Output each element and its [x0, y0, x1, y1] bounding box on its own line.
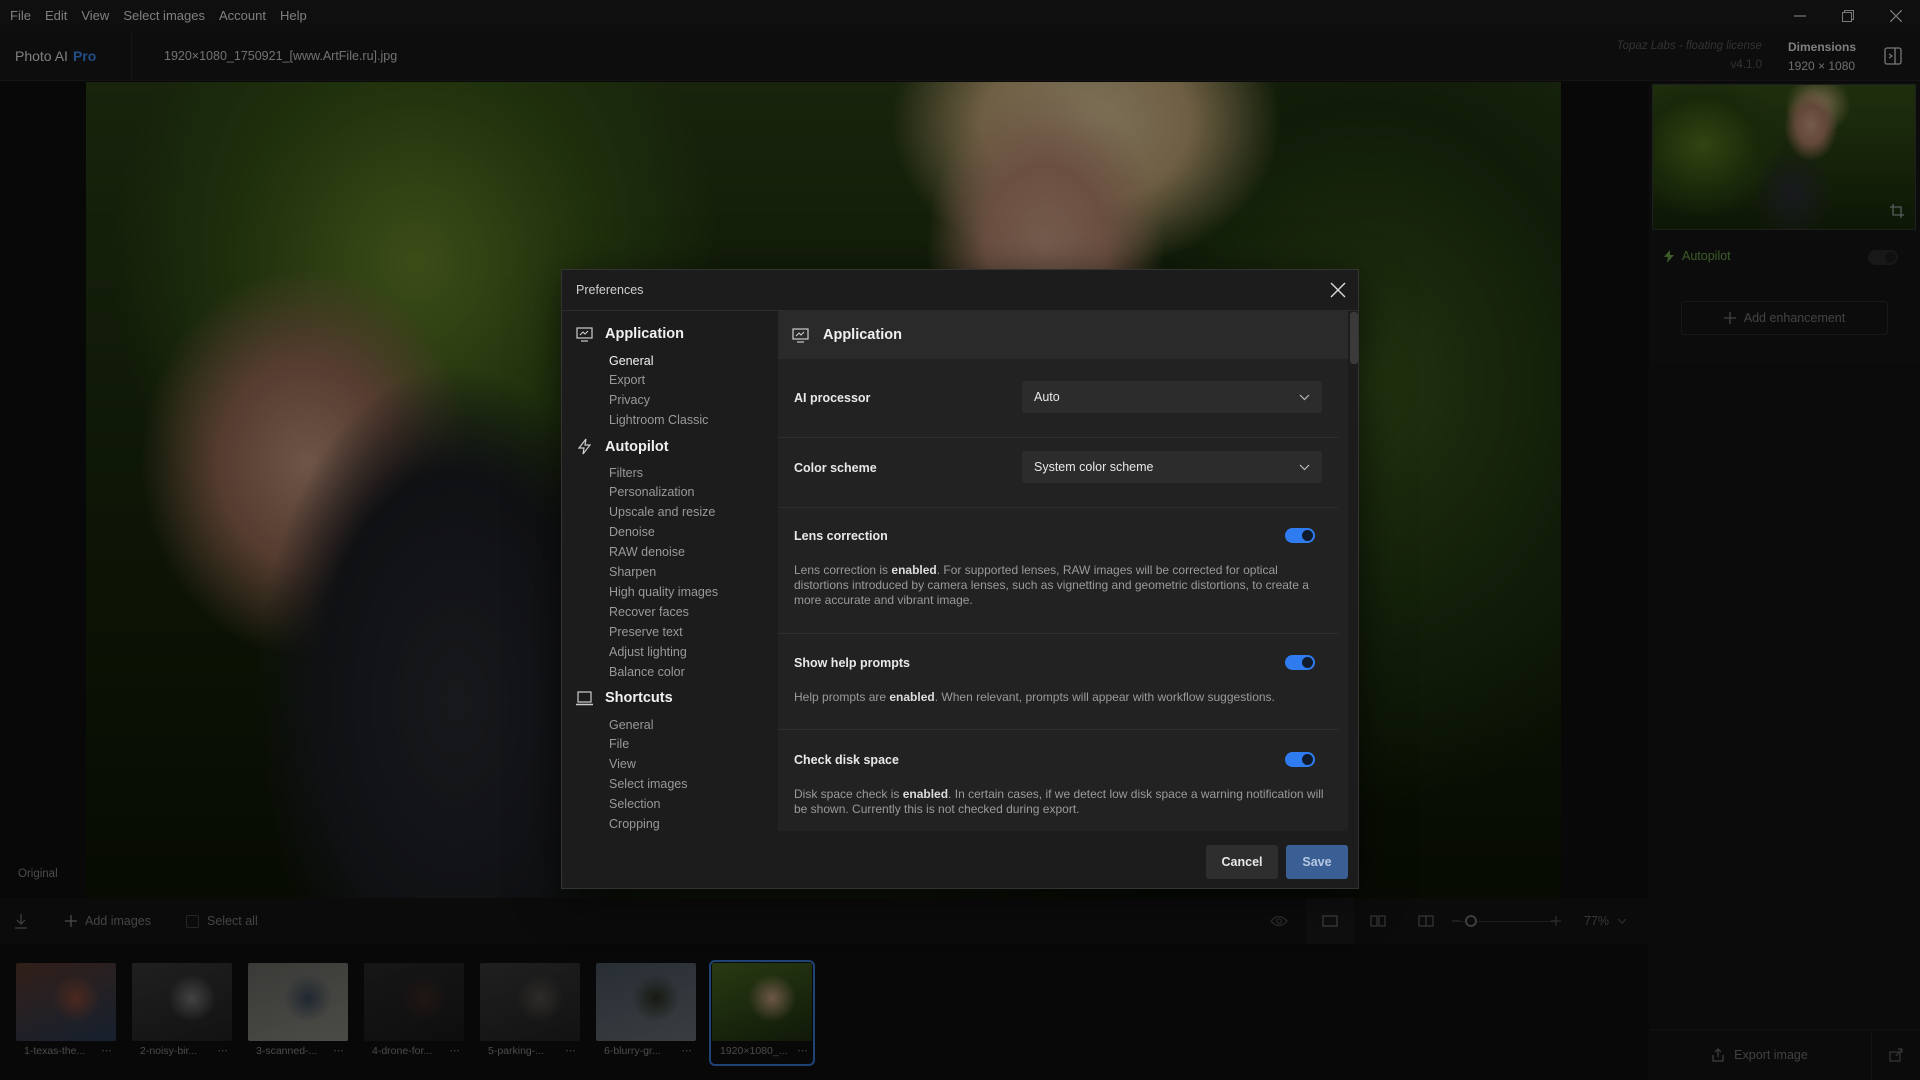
nav-item-upscale[interactable]: Upscale and resize — [609, 505, 715, 519]
nav-item-sc-selection[interactable]: Selection — [609, 797, 660, 811]
disk-space-desc: Disk space check is enabled. In certain … — [794, 787, 1324, 816]
nav-item-personalization[interactable]: Personalization — [609, 485, 694, 499]
nav-item-sharpen[interactable]: Sharpen — [609, 565, 656, 579]
ai-processor-label: AI processor — [794, 391, 871, 405]
nav-group-autopilot[interactable]: Autopilot — [576, 438, 669, 455]
color-scheme-select[interactable]: System color scheme — [1022, 451, 1322, 483]
nav-item-high-quality[interactable]: High quality images — [609, 585, 718, 599]
nav-item-lightroom-classic[interactable]: Lightroom Classic — [609, 413, 708, 427]
help-prompts-toggle[interactable] — [1285, 655, 1315, 670]
nav-group-label: Shortcuts — [605, 690, 673, 706]
nav-item-adjust-lighting[interactable]: Adjust lighting — [609, 645, 687, 659]
dialog-close-button[interactable] — [1328, 280, 1348, 300]
lens-correction-label: Lens correction — [794, 529, 888, 543]
dialog-title: Preferences — [576, 283, 644, 297]
row-separator — [778, 729, 1338, 730]
save-button[interactable]: Save — [1286, 845, 1348, 879]
chevron-down-icon — [1299, 464, 1310, 470]
nav-item-recover-faces[interactable]: Recover faces — [609, 605, 689, 619]
disk-space-label: Check disk space — [794, 753, 899, 767]
help-prompts-desc: Help prompts are enabled. When relevant,… — [794, 690, 1275, 704]
preferences-nav: Application General Export Privacy Light… — [562, 311, 778, 889]
lens-correction-toggle[interactable] — [1285, 528, 1315, 543]
nav-group-label: Autopilot — [605, 438, 669, 455]
nav-item-balance-color[interactable]: Balance color — [609, 665, 685, 679]
app-window: File Edit View Select images Account Hel… — [0, 0, 1920, 1080]
application-icon — [792, 327, 809, 343]
help-prompts-label: Show help prompts — [794, 656, 910, 670]
color-scheme-value: System color scheme — [1034, 460, 1154, 474]
autopilot-icon — [577, 438, 592, 455]
nav-item-raw-denoise[interactable]: RAW denoise — [609, 545, 685, 559]
chevron-down-icon — [1299, 394, 1310, 400]
cancel-button[interactable]: Cancel — [1206, 845, 1278, 879]
nav-item-preserve-text[interactable]: Preserve text — [609, 625, 683, 639]
color-scheme-label: Color scheme — [794, 461, 877, 475]
nav-item-filters[interactable]: Filters — [609, 466, 643, 480]
section-title: Application — [823, 327, 902, 343]
application-icon — [576, 326, 593, 342]
nav-item-denoise[interactable]: Denoise — [609, 525, 655, 539]
disk-space-toggle[interactable] — [1285, 752, 1315, 767]
nav-group-shortcuts[interactable]: Shortcuts — [576, 690, 673, 706]
nav-item-export[interactable]: Export — [609, 373, 645, 387]
shortcuts-icon — [576, 690, 593, 705]
nav-group-application[interactable]: Application — [576, 326, 684, 342]
close-icon — [1330, 282, 1346, 298]
nav-item-general[interactable]: General — [609, 354, 653, 368]
ai-processor-value: Auto — [1034, 390, 1060, 404]
lens-correction-desc: Lens correction is enabled. For supporte… — [794, 563, 1309, 607]
content-scrollbar[interactable] — [1350, 312, 1358, 364]
row-separator — [778, 507, 1338, 508]
nav-item-sc-cropping[interactable]: Cropping — [609, 817, 660, 831]
nav-item-sc-select-images[interactable]: Select images — [609, 777, 688, 791]
preferences-dialog: Preferences Application General Export P… — [561, 269, 1359, 889]
nav-item-sc-general[interactable]: General — [609, 718, 653, 732]
section-header: Application — [778, 311, 1348, 359]
nav-group-label: Application — [605, 326, 684, 342]
row-separator — [778, 437, 1338, 438]
nav-item-sc-view[interactable]: View — [609, 757, 636, 771]
ai-processor-select[interactable]: Auto — [1022, 381, 1322, 413]
nav-item-sc-file[interactable]: File — [609, 737, 629, 751]
preferences-content: Application AI processor Auto Color sche… — [778, 311, 1348, 831]
nav-item-privacy[interactable]: Privacy — [609, 393, 650, 407]
row-separator — [778, 633, 1338, 634]
